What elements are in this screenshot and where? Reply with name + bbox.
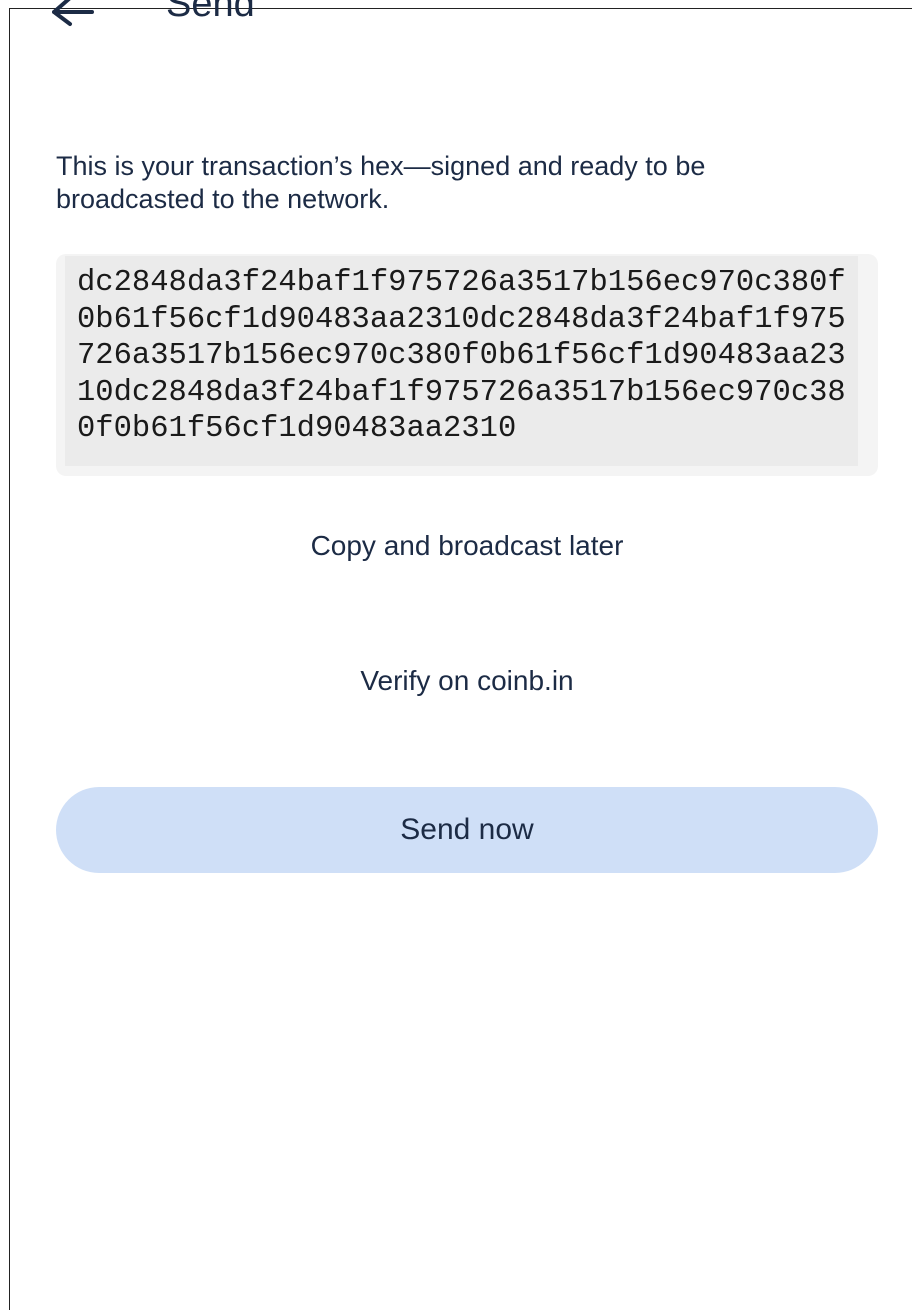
transaction-description: This is your transaction’s hex—signed an… xyxy=(56,151,706,214)
arrow-left-icon[interactable] xyxy=(52,0,96,30)
app-header: Send xyxy=(0,0,912,40)
verify-on-coinbin-button[interactable]: Verify on coinb.in xyxy=(56,661,878,701)
page-title: Send xyxy=(166,0,255,25)
copy-and-broadcast-later-button[interactable]: Copy and broadcast later xyxy=(56,526,878,566)
frame-left-border xyxy=(9,8,10,1310)
transaction-hex-text[interactable]: dc2848da3f24baf1f975726a3517b156ec970c38… xyxy=(77,265,857,448)
send-now-button[interactable]: Send now xyxy=(56,787,878,873)
